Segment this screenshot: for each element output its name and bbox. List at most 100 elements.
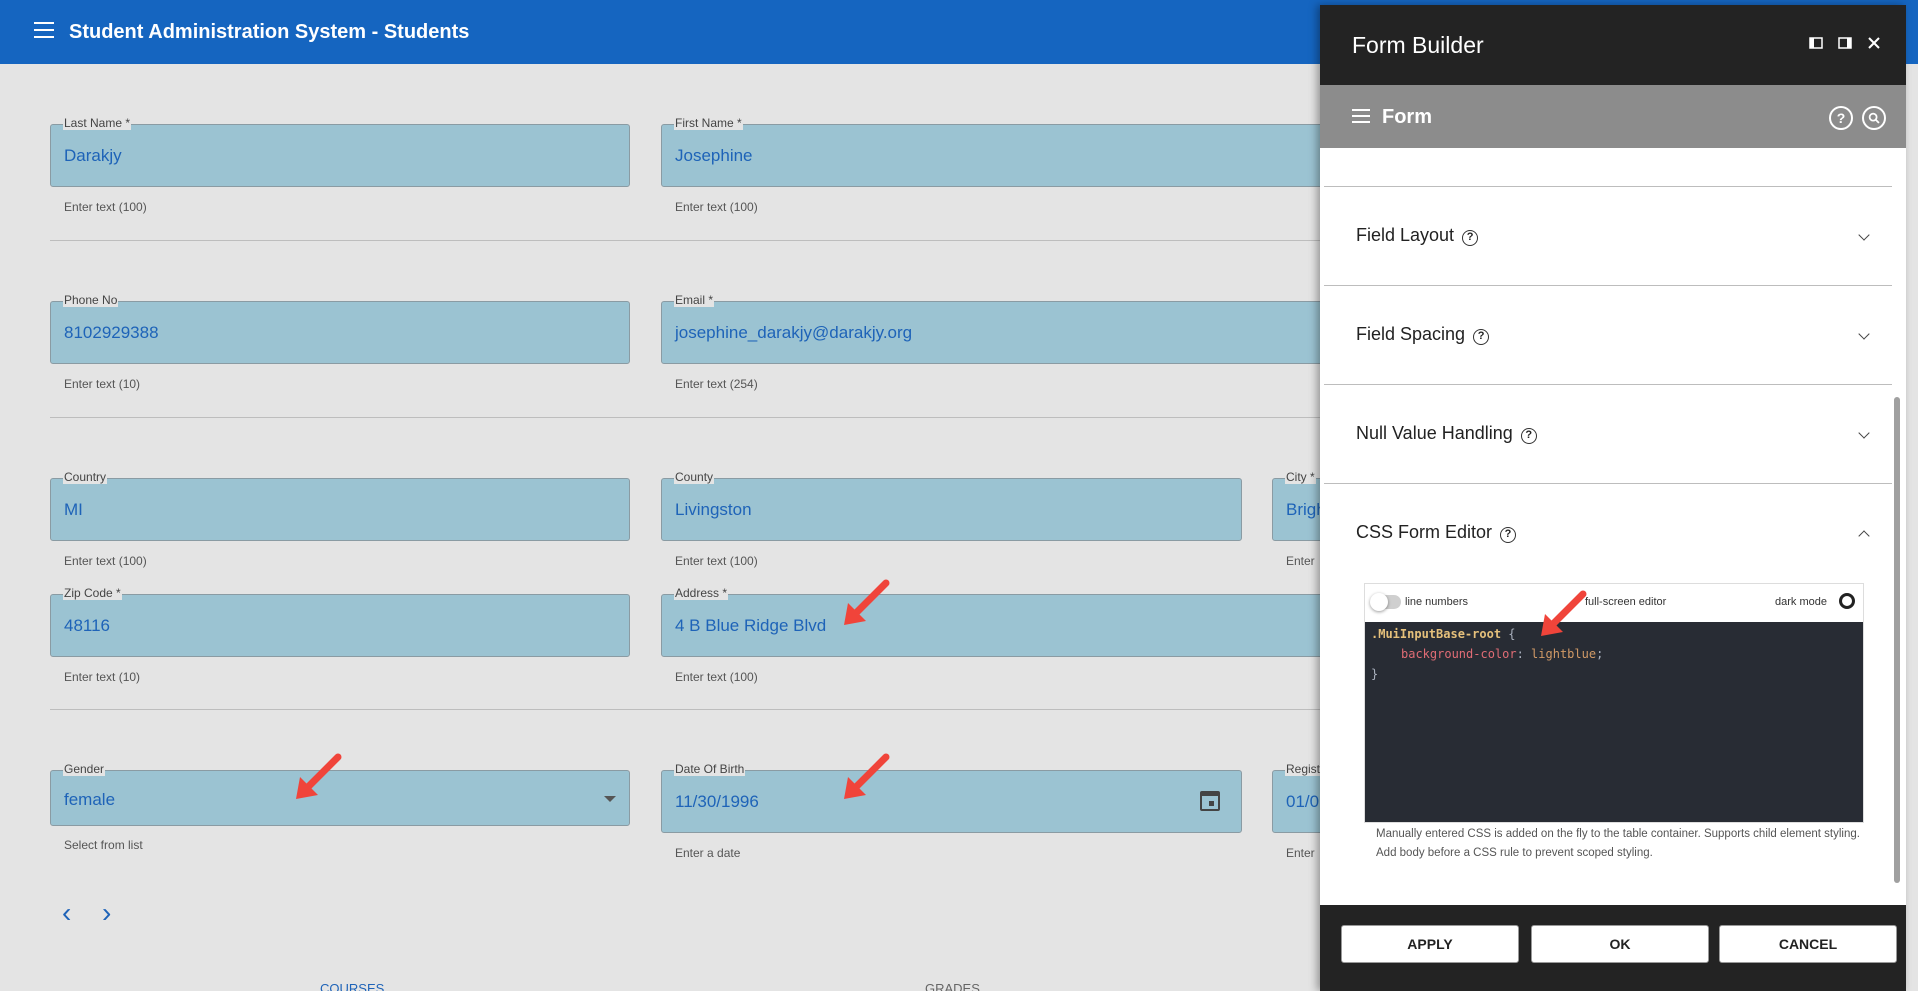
panel-header: Form Builder [1320, 5, 1906, 85]
annotation-arrow [1541, 590, 1587, 636]
accordion-css-form-editor[interactable]: CSS Form Editor? [1324, 483, 1892, 553]
field-helper-text: Enter text (100) [64, 200, 147, 214]
css-code-area[interactable]: .MuiInputBase-root { background-color: l… [1365, 622, 1863, 822]
accordion-label: CSS Form Editor [1356, 522, 1493, 542]
code-colon: : [1516, 647, 1532, 661]
dock-left-icon[interactable] [1808, 35, 1824, 51]
field-label: First Name * [674, 116, 743, 130]
field-helper-text: Select from list [64, 838, 143, 852]
student-form: Last Name * Darakjy Enter text (100) Fir… [0, 64, 1320, 991]
code-brace: { [1501, 627, 1516, 641]
field-helper-text: Enter text (100) [675, 200, 758, 214]
tab-grades[interactable]: GRADES [925, 981, 980, 991]
field-label: Gender [63, 762, 106, 776]
field-label: Address * [674, 586, 729, 600]
help-icon[interactable]: ? [1520, 428, 1537, 444]
line-numbers-label: line numbers [1405, 596, 1468, 608]
ok-button[interactable]: OK [1531, 925, 1709, 963]
field-value: 48116 [64, 616, 111, 635]
hamburger-menu-icon[interactable] [34, 22, 54, 38]
field-helper-text: Enter text (100) [675, 554, 758, 568]
apply-button[interactable]: APPLY [1341, 925, 1519, 963]
field-label: Phone No [63, 293, 119, 307]
form-builder-panel: Form Builder Form ? Field Layout? Field … [1320, 5, 1906, 991]
divider [50, 709, 1320, 710]
field-label: Zip Code * [63, 586, 122, 600]
field-label: County [674, 470, 715, 484]
field-value: female [64, 790, 116, 809]
field-helper-text: Enter text (100) [64, 554, 147, 568]
field-label: City * [1285, 470, 1316, 484]
field-value: josephine_darakjy@darakjy.org [675, 323, 913, 342]
code-line: .MuiInputBase-root { [1371, 624, 1857, 644]
previous-record-chevron-icon[interactable]: ‹ [62, 899, 84, 927]
divider [50, 240, 1320, 241]
full-screen-editor-label[interactable]: full-screen editor [1585, 596, 1666, 608]
accordion-label: Field Layout [1356, 225, 1455, 245]
code-line: background-color: lightblue; [1371, 644, 1857, 664]
field-label: Email * [674, 293, 715, 307]
chevron-down-icon [1858, 427, 1870, 439]
chevron-down-icon [1858, 328, 1870, 340]
field-helper-text: Enter text (254) [675, 377, 758, 391]
code-brace: } [1371, 667, 1379, 681]
code-value: lightblue [1531, 647, 1597, 661]
panel-scrollbar[interactable] [1894, 397, 1900, 883]
app-title: Student Administration System - Students [69, 21, 470, 43]
code-selector: .MuiInputBase-root [1371, 627, 1502, 641]
dark-mode-icon[interactable] [1839, 593, 1855, 609]
divider [50, 417, 1320, 418]
dark-mode-label: dark mode [1775, 596, 1827, 608]
help-icon[interactable]: ? [1462, 230, 1479, 246]
field-label: Last Name * [63, 116, 132, 130]
accordion-field-layout[interactable]: Field Layout? [1324, 186, 1892, 285]
panel-menu-icon[interactable] [1352, 109, 1370, 123]
panel-title: Form Builder [1352, 32, 1484, 58]
help-icon[interactable]: ? [1473, 329, 1490, 345]
field-value: Darakjy [64, 146, 122, 165]
accordion-label: Field Spacing [1356, 324, 1466, 344]
dropdown-caret-icon[interactable] [604, 796, 616, 802]
field-helper-text: Enter a date [675, 846, 741, 860]
annotation-arrow [844, 753, 890, 799]
cancel-button[interactable]: CANCEL [1719, 925, 1897, 963]
panel-toolbar: Form ? [1320, 85, 1906, 148]
code-property: background-color [1401, 647, 1517, 661]
panel-footer: APPLY OK CANCEL [1320, 905, 1906, 991]
field-label: Regist [1285, 762, 1320, 776]
field-helper-text: Enter text (10) [64, 670, 141, 684]
field-value: 01/0 [1286, 792, 1320, 811]
panel-subtitle: Form [1382, 106, 1432, 128]
close-icon[interactable] [1866, 35, 1882, 51]
field-helper-text: Enter text (100) [675, 670, 758, 684]
field-value: 8102929388 [64, 323, 159, 342]
calendar-icon[interactable] [1200, 791, 1220, 811]
field-label: Country [63, 470, 108, 484]
line-numbers-toggle[interactable] [1370, 593, 1401, 611]
help-icon[interactable]: ? [1829, 106, 1853, 130]
code-semicolon: ; [1596, 647, 1604, 661]
field-value: Brigh [1286, 500, 1320, 519]
field-value: MI [64, 500, 83, 519]
field-label: Date Of Birth [674, 762, 746, 776]
field-helper-text: Enter text (10) [64, 377, 141, 391]
field-value: Livingston [675, 500, 752, 519]
field-helper-text: Enter [1286, 846, 1315, 860]
editor-toolbar: line numbers full-screen editor dark mod… [1365, 584, 1863, 622]
search-icon[interactable] [1862, 106, 1886, 130]
annotation-arrow [844, 579, 890, 625]
code-line: } [1371, 664, 1857, 684]
accordion-label: Null Value Handling [1356, 423, 1513, 443]
chevron-up-icon [1858, 530, 1870, 542]
accordion-null-value-handling[interactable]: Null Value Handling? [1324, 384, 1892, 483]
accordion-field-spacing[interactable]: Field Spacing? [1324, 285, 1892, 384]
dock-right-icon[interactable] [1837, 35, 1853, 51]
help-icon[interactable]: ? [1500, 527, 1517, 543]
annotation-arrow [296, 753, 342, 799]
field-helper-text: Enter [1286, 554, 1315, 568]
css-editor-note: Manually entered CSS is added on the fly… [1376, 828, 1860, 859]
tab-courses[interactable]: COURSES [320, 981, 384, 991]
next-record-chevron-icon[interactable]: › [102, 899, 124, 927]
field-value: 11/30/1996 [675, 792, 759, 811]
chevron-down-icon [1858, 229, 1870, 241]
